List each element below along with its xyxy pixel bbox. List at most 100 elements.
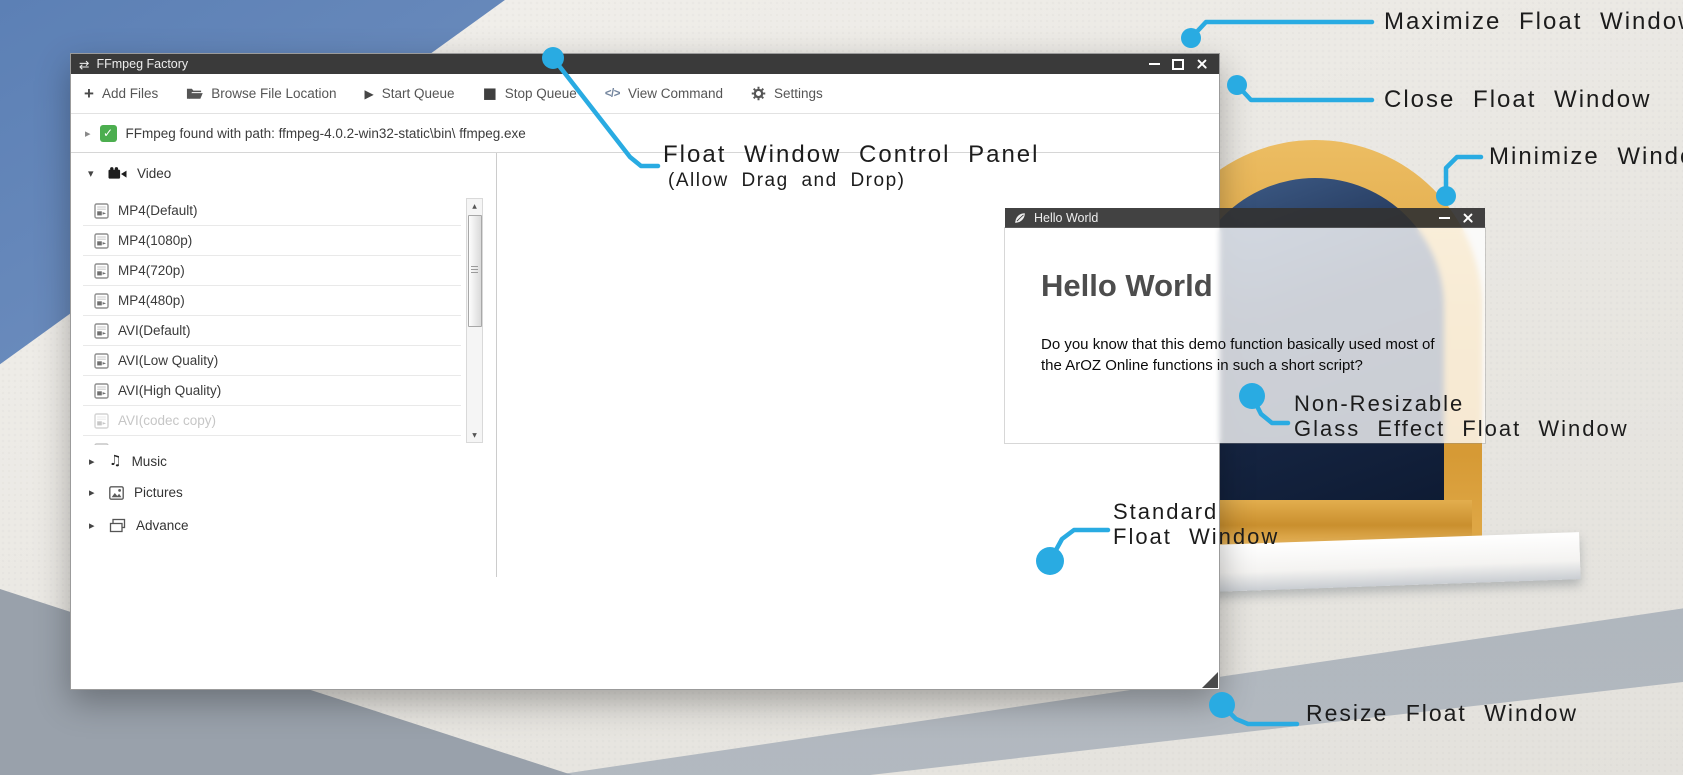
- plus-icon: +: [84, 85, 94, 102]
- close-button[interactable]: [1462, 212, 1474, 224]
- video-file-icon: [94, 353, 109, 369]
- view-command-button[interactable]: </> View Command: [605, 86, 723, 101]
- annotation-close: Close Float Window: [1384, 86, 1651, 114]
- browse-label: Browse File Location: [211, 86, 336, 101]
- preset-row-mp4-720p[interactable]: MP4(720p): [83, 256, 461, 286]
- caret-right-icon: ▸: [89, 455, 99, 468]
- minimize-button[interactable]: [1438, 212, 1450, 224]
- hello-heading: Hello World: [1041, 268, 1213, 304]
- preset-row-mp4-default[interactable]: MP4(Default): [83, 196, 461, 226]
- annotation-maximize: Maximize Float Window: [1384, 8, 1683, 36]
- tree-node-pictures[interactable]: ▸ Pictures: [89, 485, 183, 500]
- browse-file-location-button[interactable]: Browse File Location: [186, 86, 336, 101]
- music-icon: ♫: [109, 453, 122, 469]
- preset-row-avi-high[interactable]: AVI(High Quality): [83, 376, 461, 406]
- tree-node-advance-label: Advance: [136, 518, 189, 533]
- view-command-label: View Command: [628, 86, 723, 101]
- preset-label: AVI(Default): [118, 323, 191, 338]
- ffmpeg-window-controls: [1148, 58, 1208, 70]
- annotation-resize: Resize Float Window: [1306, 700, 1578, 727]
- preset-label: AVI(Low Quality): [118, 353, 218, 368]
- annotation-control-panel: Float Window Control Panel: [663, 141, 1039, 169]
- checkbox-checked-icon: ✓: [100, 125, 117, 142]
- preset-row-mp4-480p[interactable]: MP4(480p): [83, 286, 461, 316]
- scrollbar-thumb[interactable]: [468, 215, 482, 327]
- leaf-icon: [1013, 211, 1027, 225]
- video-file-icon: [94, 323, 109, 339]
- preset-label: MP4(1080p): [118, 233, 192, 248]
- hello-paragraph: Do you know that this demo function basi…: [1041, 334, 1451, 376]
- tree-node-video[interactable]: ▾ Video: [88, 166, 171, 181]
- minimize-button[interactable]: [1148, 58, 1160, 70]
- stop-queue-label: Stop Queue: [505, 86, 577, 101]
- picture-icon: [109, 486, 124, 500]
- add-files-button[interactable]: + Add Files: [84, 85, 158, 102]
- preset-scrollbar[interactable]: ▲ ▼: [466, 198, 483, 443]
- annotation-glass-line1: Non-Resizable: [1294, 391, 1464, 417]
- preset-label: MP4(480p): [118, 293, 185, 308]
- annotation-standard-line1: Standard: [1113, 499, 1218, 525]
- scroll-down-button[interactable]: ▼: [467, 428, 482, 442]
- ffmpeg-toolbar: + Add Files Browse File Location ▶ Start…: [71, 74, 1219, 114]
- annotation-control-panel-sub: (Allow Drag and Drop): [668, 170, 905, 192]
- folder-open-icon: [186, 87, 203, 100]
- annotation-glass-line2: Glass Effect Float Window: [1294, 416, 1629, 442]
- preset-label: MP4(720p): [118, 263, 185, 278]
- preset-label: AVI(codec copy): [118, 413, 216, 428]
- annotation-standard-line2: Float Window: [1113, 524, 1279, 550]
- caret-right-icon: ▸: [89, 486, 99, 499]
- close-button[interactable]: [1196, 58, 1208, 70]
- video-file-icon: [94, 263, 109, 279]
- tree-node-music[interactable]: ▸ ♫ Music: [89, 453, 167, 469]
- start-queue-label: Start Queue: [382, 86, 455, 101]
- gear-icon: [751, 86, 766, 101]
- settings-button[interactable]: Settings: [751, 86, 823, 101]
- advance-icon: [109, 518, 126, 533]
- preset-label: AVI(High Quality): [118, 383, 221, 398]
- stop-icon: ■: [483, 86, 497, 101]
- scrollbar-grip: [471, 266, 478, 274]
- exchange-icon: ⇄: [79, 57, 89, 72]
- preset-row-mp4-1080p[interactable]: MP4(1080p): [83, 226, 461, 256]
- caret-right-icon: ▸: [85, 127, 91, 140]
- video-file-icon: [94, 233, 109, 249]
- hello-titlebar[interactable]: Hello World: [1005, 208, 1485, 228]
- preset-tree-panel: ▾ Video MP4(Default) MP4(1080p): [71, 153, 497, 577]
- ffmpeg-status-row[interactable]: ▸ ✓ FFmpeg found with path: ffmpeg-4.0.2…: [71, 114, 1219, 153]
- maximize-button[interactable]: [1172, 58, 1184, 70]
- preset-list: MP4(Default) MP4(1080p) MP4(720p) M: [83, 196, 461, 445]
- hello-window-title: Hello World: [1034, 211, 1098, 225]
- scroll-up-button[interactable]: ▲: [467, 199, 482, 213]
- caret-down-icon: ▾: [88, 167, 98, 180]
- video-file-icon: [94, 293, 109, 309]
- preset-row-partial[interactable]: [83, 436, 461, 445]
- video-file-icon: [94, 383, 109, 399]
- hello-window-controls: [1438, 212, 1474, 224]
- preset-row-avi-low[interactable]: AVI(Low Quality): [83, 346, 461, 376]
- preset-row-avi-default[interactable]: AVI(Default): [83, 316, 461, 346]
- play-icon: ▶: [365, 87, 374, 101]
- desktop: ⇄ FFmpeg Factory + Add Files Browse File…: [0, 0, 1683, 775]
- ffmpeg-titlebar[interactable]: ⇄ FFmpeg Factory: [71, 54, 1219, 74]
- tree-node-advance[interactable]: ▸ Advance: [89, 518, 189, 533]
- preset-label: MP4(Default): [118, 203, 198, 218]
- ffmpeg-window-title: FFmpeg Factory: [96, 57, 188, 71]
- preset-row-avi-codec-copy[interactable]: AVI(codec copy): [83, 406, 461, 436]
- start-queue-button[interactable]: ▶ Start Queue: [365, 86, 455, 101]
- tree-node-music-label: Music: [132, 454, 167, 469]
- add-files-label: Add Files: [102, 86, 158, 101]
- stop-queue-button[interactable]: ■ Stop Queue: [483, 86, 577, 101]
- resize-grip[interactable]: [1202, 672, 1218, 688]
- annotation-minimize: Minimize Window: [1489, 143, 1683, 171]
- ffmpeg-status-text: FFmpeg found with path: ffmpeg-4.0.2-win…: [126, 126, 526, 141]
- settings-label: Settings: [774, 86, 823, 101]
- tree-node-video-label: Video: [137, 166, 171, 181]
- video-file-icon: [94, 203, 109, 219]
- preset-scroll-area: MP4(Default) MP4(1080p) MP4(720p) M: [71, 196, 484, 445]
- code-icon: </>: [605, 88, 620, 100]
- tree-node-pictures-label: Pictures: [134, 485, 183, 500]
- video-file-icon: [94, 443, 109, 446]
- caret-right-icon: ▸: [89, 519, 99, 532]
- video-camera-icon: [108, 167, 127, 180]
- video-file-icon: [94, 413, 109, 429]
